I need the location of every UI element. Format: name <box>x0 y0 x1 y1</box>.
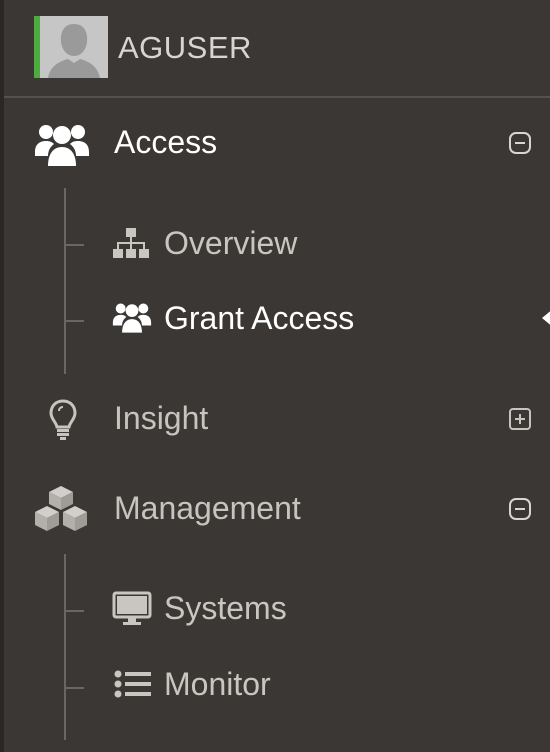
nav-item-insight[interactable]: Insight <box>4 390 550 450</box>
collapse-icon[interactable] <box>508 131 532 155</box>
sub-label-monitor: Monitor <box>164 666 271 702</box>
avatar[interactable] <box>34 16 108 78</box>
user-silhouette-icon <box>40 16 108 78</box>
username: AGUSER <box>118 30 252 65</box>
sub-item-grant-access[interactable]: Grant Access <box>4 291 550 347</box>
nav-item-management[interactable]: Management <box>4 480 550 540</box>
nav-label-insight: Insight <box>114 400 209 436</box>
users-icon <box>112 300 152 339</box>
list-icon <box>114 669 152 704</box>
desktop-icon <box>112 591 152 632</box>
users-icon <box>34 120 90 173</box>
expand-icon[interactable] <box>508 407 532 431</box>
collapse-icon[interactable] <box>508 497 532 521</box>
nav-label-management: Management <box>114 490 301 526</box>
nav-item-access[interactable]: Access <box>4 114 550 174</box>
sub-item-systems[interactable]: Systems <box>4 581 550 637</box>
sub-label-grant-access: Grant Access <box>164 300 355 336</box>
cubes-icon <box>30 484 92 539</box>
sitemap-icon <box>112 226 150 265</box>
sub-item-overview[interactable]: Overview <box>4 216 550 272</box>
sub-item-monitor[interactable]: Monitor <box>4 657 550 713</box>
sub-label-systems: Systems <box>164 590 287 626</box>
nav-label-access: Access <box>114 124 218 160</box>
sub-label-overview: Overview <box>164 225 298 261</box>
user-profile-bar[interactable]: AGUSER <box>4 0 550 98</box>
selected-indicator <box>542 308 550 328</box>
lightbulb-icon <box>48 398 78 447</box>
sidebar: AGUSER Access Overview Grant Access Insi… <box>0 0 550 752</box>
